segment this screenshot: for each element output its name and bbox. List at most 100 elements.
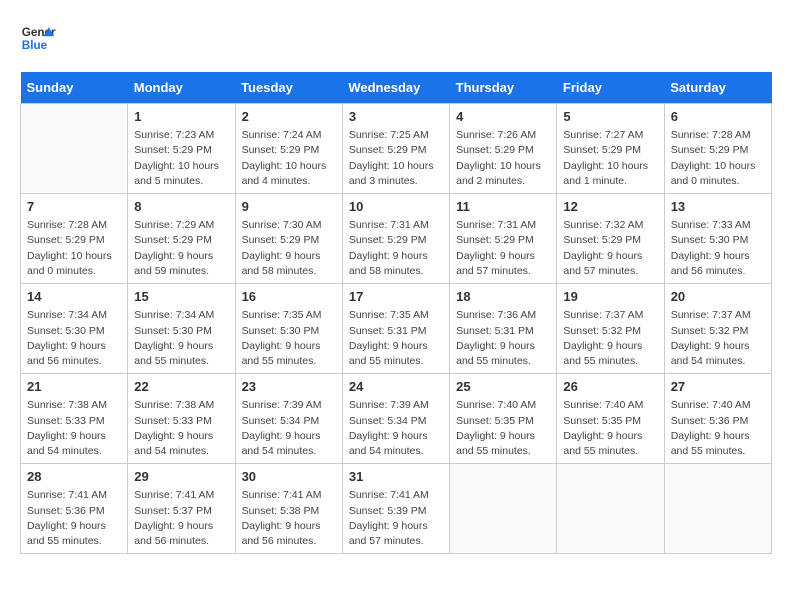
day-info: Sunrise: 7:30 AM Sunset: 5:29 PM Dayligh… xyxy=(242,218,336,279)
day-number: 25 xyxy=(456,378,550,396)
day-info: Sunrise: 7:41 AM Sunset: 5:39 PM Dayligh… xyxy=(349,488,443,549)
day-info: Sunrise: 7:29 AM Sunset: 5:29 PM Dayligh… xyxy=(134,218,228,279)
day-number: 9 xyxy=(242,198,336,216)
day-number: 2 xyxy=(242,108,336,126)
day-info: Sunrise: 7:41 AM Sunset: 5:37 PM Dayligh… xyxy=(134,488,228,549)
day-info: Sunrise: 7:32 AM Sunset: 5:29 PM Dayligh… xyxy=(563,218,657,279)
header-day-tuesday: Tuesday xyxy=(235,72,342,104)
day-number: 19 xyxy=(563,288,657,306)
calendar-cell: 5 Sunrise: 7:27 AM Sunset: 5:29 PM Daylig… xyxy=(557,104,664,194)
day-number: 27 xyxy=(671,378,765,396)
day-info: Sunrise: 7:25 AM Sunset: 5:29 PM Dayligh… xyxy=(349,128,443,189)
calendar-cell: 29 Sunrise: 7:41 AM Sunset: 5:37 PM Dayli… xyxy=(128,464,235,554)
day-info: Sunrise: 7:37 AM Sunset: 5:32 PM Dayligh… xyxy=(671,308,765,369)
day-number: 24 xyxy=(349,378,443,396)
day-number: 21 xyxy=(27,378,121,396)
calendar-cell: 4 Sunrise: 7:26 AM Sunset: 5:29 PM Daylig… xyxy=(450,104,557,194)
day-info: Sunrise: 7:35 AM Sunset: 5:31 PM Dayligh… xyxy=(349,308,443,369)
day-info: Sunrise: 7:34 AM Sunset: 5:30 PM Dayligh… xyxy=(134,308,228,369)
calendar-week-3: 14 Sunrise: 7:34 AM Sunset: 5:30 PM Dayli… xyxy=(21,284,772,374)
calendar-cell: 14 Sunrise: 7:34 AM Sunset: 5:30 PM Dayli… xyxy=(21,284,128,374)
calendar-cell: 28 Sunrise: 7:41 AM Sunset: 5:36 PM Dayli… xyxy=(21,464,128,554)
day-number: 26 xyxy=(563,378,657,396)
header-day-saturday: Saturday xyxy=(664,72,771,104)
day-info: Sunrise: 7:40 AM Sunset: 5:35 PM Dayligh… xyxy=(456,398,550,459)
calendar-week-5: 28 Sunrise: 7:41 AM Sunset: 5:36 PM Dayli… xyxy=(21,464,772,554)
calendar-table: SundayMondayTuesdayWednesdayThursdayFrid… xyxy=(20,72,772,554)
day-info: Sunrise: 7:37 AM Sunset: 5:32 PM Dayligh… xyxy=(563,308,657,369)
day-number: 7 xyxy=(27,198,121,216)
calendar-cell: 25 Sunrise: 7:40 AM Sunset: 5:35 PM Dayli… xyxy=(450,374,557,464)
header-day-monday: Monday xyxy=(128,72,235,104)
day-number: 3 xyxy=(349,108,443,126)
calendar-header: SundayMondayTuesdayWednesdayThursdayFrid… xyxy=(21,72,772,104)
logo-icon: General Blue xyxy=(20,20,56,56)
day-number: 13 xyxy=(671,198,765,216)
day-number: 15 xyxy=(134,288,228,306)
day-info: Sunrise: 7:41 AM Sunset: 5:36 PM Dayligh… xyxy=(27,488,121,549)
day-info: Sunrise: 7:26 AM Sunset: 5:29 PM Dayligh… xyxy=(456,128,550,189)
day-number: 1 xyxy=(134,108,228,126)
day-number: 31 xyxy=(349,468,443,486)
day-number: 30 xyxy=(242,468,336,486)
header-day-friday: Friday xyxy=(557,72,664,104)
calendar-cell: 16 Sunrise: 7:35 AM Sunset: 5:30 PM Dayli… xyxy=(235,284,342,374)
calendar-cell: 13 Sunrise: 7:33 AM Sunset: 5:30 PM Dayli… xyxy=(664,194,771,284)
calendar-cell: 9 Sunrise: 7:30 AM Sunset: 5:29 PM Daylig… xyxy=(235,194,342,284)
day-info: Sunrise: 7:23 AM Sunset: 5:29 PM Dayligh… xyxy=(134,128,228,189)
calendar-cell: 24 Sunrise: 7:39 AM Sunset: 5:34 PM Dayli… xyxy=(342,374,449,464)
calendar-cell: 26Sunrise: 7:40 AM Sunset: 5:35 PM Dayli… xyxy=(557,374,664,464)
day-number: 4 xyxy=(456,108,550,126)
day-number: 29 xyxy=(134,468,228,486)
day-number: 12 xyxy=(563,198,657,216)
calendar-cell: 17 Sunrise: 7:35 AM Sunset: 5:31 PM Dayli… xyxy=(342,284,449,374)
day-number: 14 xyxy=(27,288,121,306)
day-info: Sunrise: 7:31 AM Sunset: 5:29 PM Dayligh… xyxy=(349,218,443,279)
calendar-cell: 20Sunrise: 7:37 AM Sunset: 5:32 PM Dayli… xyxy=(664,284,771,374)
day-info: Sunrise: 7:39 AM Sunset: 5:34 PM Dayligh… xyxy=(349,398,443,459)
day-number: 28 xyxy=(27,468,121,486)
day-info: Sunrise: 7:38 AM Sunset: 5:33 PM Dayligh… xyxy=(27,398,121,459)
calendar-cell: 3 Sunrise: 7:25 AM Sunset: 5:29 PM Daylig… xyxy=(342,104,449,194)
day-info: Sunrise: 7:27 AM Sunset: 5:29 PM Dayligh… xyxy=(563,128,657,189)
calendar-week-1: 1 Sunrise: 7:23 AM Sunset: 5:29 PM Daylig… xyxy=(21,104,772,194)
calendar-cell: 30 Sunrise: 7:41 AM Sunset: 5:38 PM Dayli… xyxy=(235,464,342,554)
day-number: 11 xyxy=(456,198,550,216)
day-info: Sunrise: 7:40 AM Sunset: 5:36 PM Dayligh… xyxy=(671,398,765,459)
calendar-body: 1 Sunrise: 7:23 AM Sunset: 5:29 PM Daylig… xyxy=(21,104,772,554)
day-info: Sunrise: 7:34 AM Sunset: 5:30 PM Dayligh… xyxy=(27,308,121,369)
calendar-week-4: 21 Sunrise: 7:38 AM Sunset: 5:33 PM Dayli… xyxy=(21,374,772,464)
calendar-cell: 22Sunrise: 7:38 AM Sunset: 5:33 PM Dayli… xyxy=(128,374,235,464)
calendar-cell xyxy=(664,464,771,554)
calendar-cell xyxy=(557,464,664,554)
day-info: Sunrise: 7:31 AM Sunset: 5:29 PM Dayligh… xyxy=(456,218,550,279)
calendar-cell: 18Sunrise: 7:36 AM Sunset: 5:31 PM Dayli… xyxy=(450,284,557,374)
header-row: SundayMondayTuesdayWednesdayThursdayFrid… xyxy=(21,72,772,104)
day-number: 16 xyxy=(242,288,336,306)
day-info: Sunrise: 7:28 AM Sunset: 5:29 PM Dayligh… xyxy=(671,128,765,189)
calendar-cell: 23 Sunrise: 7:39 AM Sunset: 5:34 PM Dayli… xyxy=(235,374,342,464)
day-info: Sunrise: 7:41 AM Sunset: 5:38 PM Dayligh… xyxy=(242,488,336,549)
header-day-thursday: Thursday xyxy=(450,72,557,104)
day-number: 6 xyxy=(671,108,765,126)
day-number: 17 xyxy=(349,288,443,306)
calendar-cell: 6 Sunrise: 7:28 AM Sunset: 5:29 PM Daylig… xyxy=(664,104,771,194)
day-info: Sunrise: 7:33 AM Sunset: 5:30 PM Dayligh… xyxy=(671,218,765,279)
calendar-cell: 12 Sunrise: 7:32 AM Sunset: 5:29 PM Dayli… xyxy=(557,194,664,284)
day-number: 10 xyxy=(349,198,443,216)
calendar-cell: 2 Sunrise: 7:24 AM Sunset: 5:29 PM Daylig… xyxy=(235,104,342,194)
calendar-cell: 7 Sunrise: 7:28 AM Sunset: 5:29 PM Daylig… xyxy=(21,194,128,284)
day-number: 22 xyxy=(134,378,228,396)
calendar-cell: 31 Sunrise: 7:41 AM Sunset: 5:39 PM Dayli… xyxy=(342,464,449,554)
calendar-cell: 19 Sunrise: 7:37 AM Sunset: 5:32 PM Dayli… xyxy=(557,284,664,374)
day-info: Sunrise: 7:35 AM Sunset: 5:30 PM Dayligh… xyxy=(242,308,336,369)
svg-text:Blue: Blue xyxy=(22,39,48,52)
day-number: 5 xyxy=(563,108,657,126)
day-info: Sunrise: 7:28 AM Sunset: 5:29 PM Dayligh… xyxy=(27,218,121,279)
header-day-wednesday: Wednesday xyxy=(342,72,449,104)
day-number: 23 xyxy=(242,378,336,396)
day-info: Sunrise: 7:39 AM Sunset: 5:34 PM Dayligh… xyxy=(242,398,336,459)
day-info: Sunrise: 7:24 AM Sunset: 5:29 PM Dayligh… xyxy=(242,128,336,189)
calendar-cell: 1 Sunrise: 7:23 AM Sunset: 5:29 PM Daylig… xyxy=(128,104,235,194)
calendar-cell: 8Sunrise: 7:29 AM Sunset: 5:29 PM Daylig… xyxy=(128,194,235,284)
